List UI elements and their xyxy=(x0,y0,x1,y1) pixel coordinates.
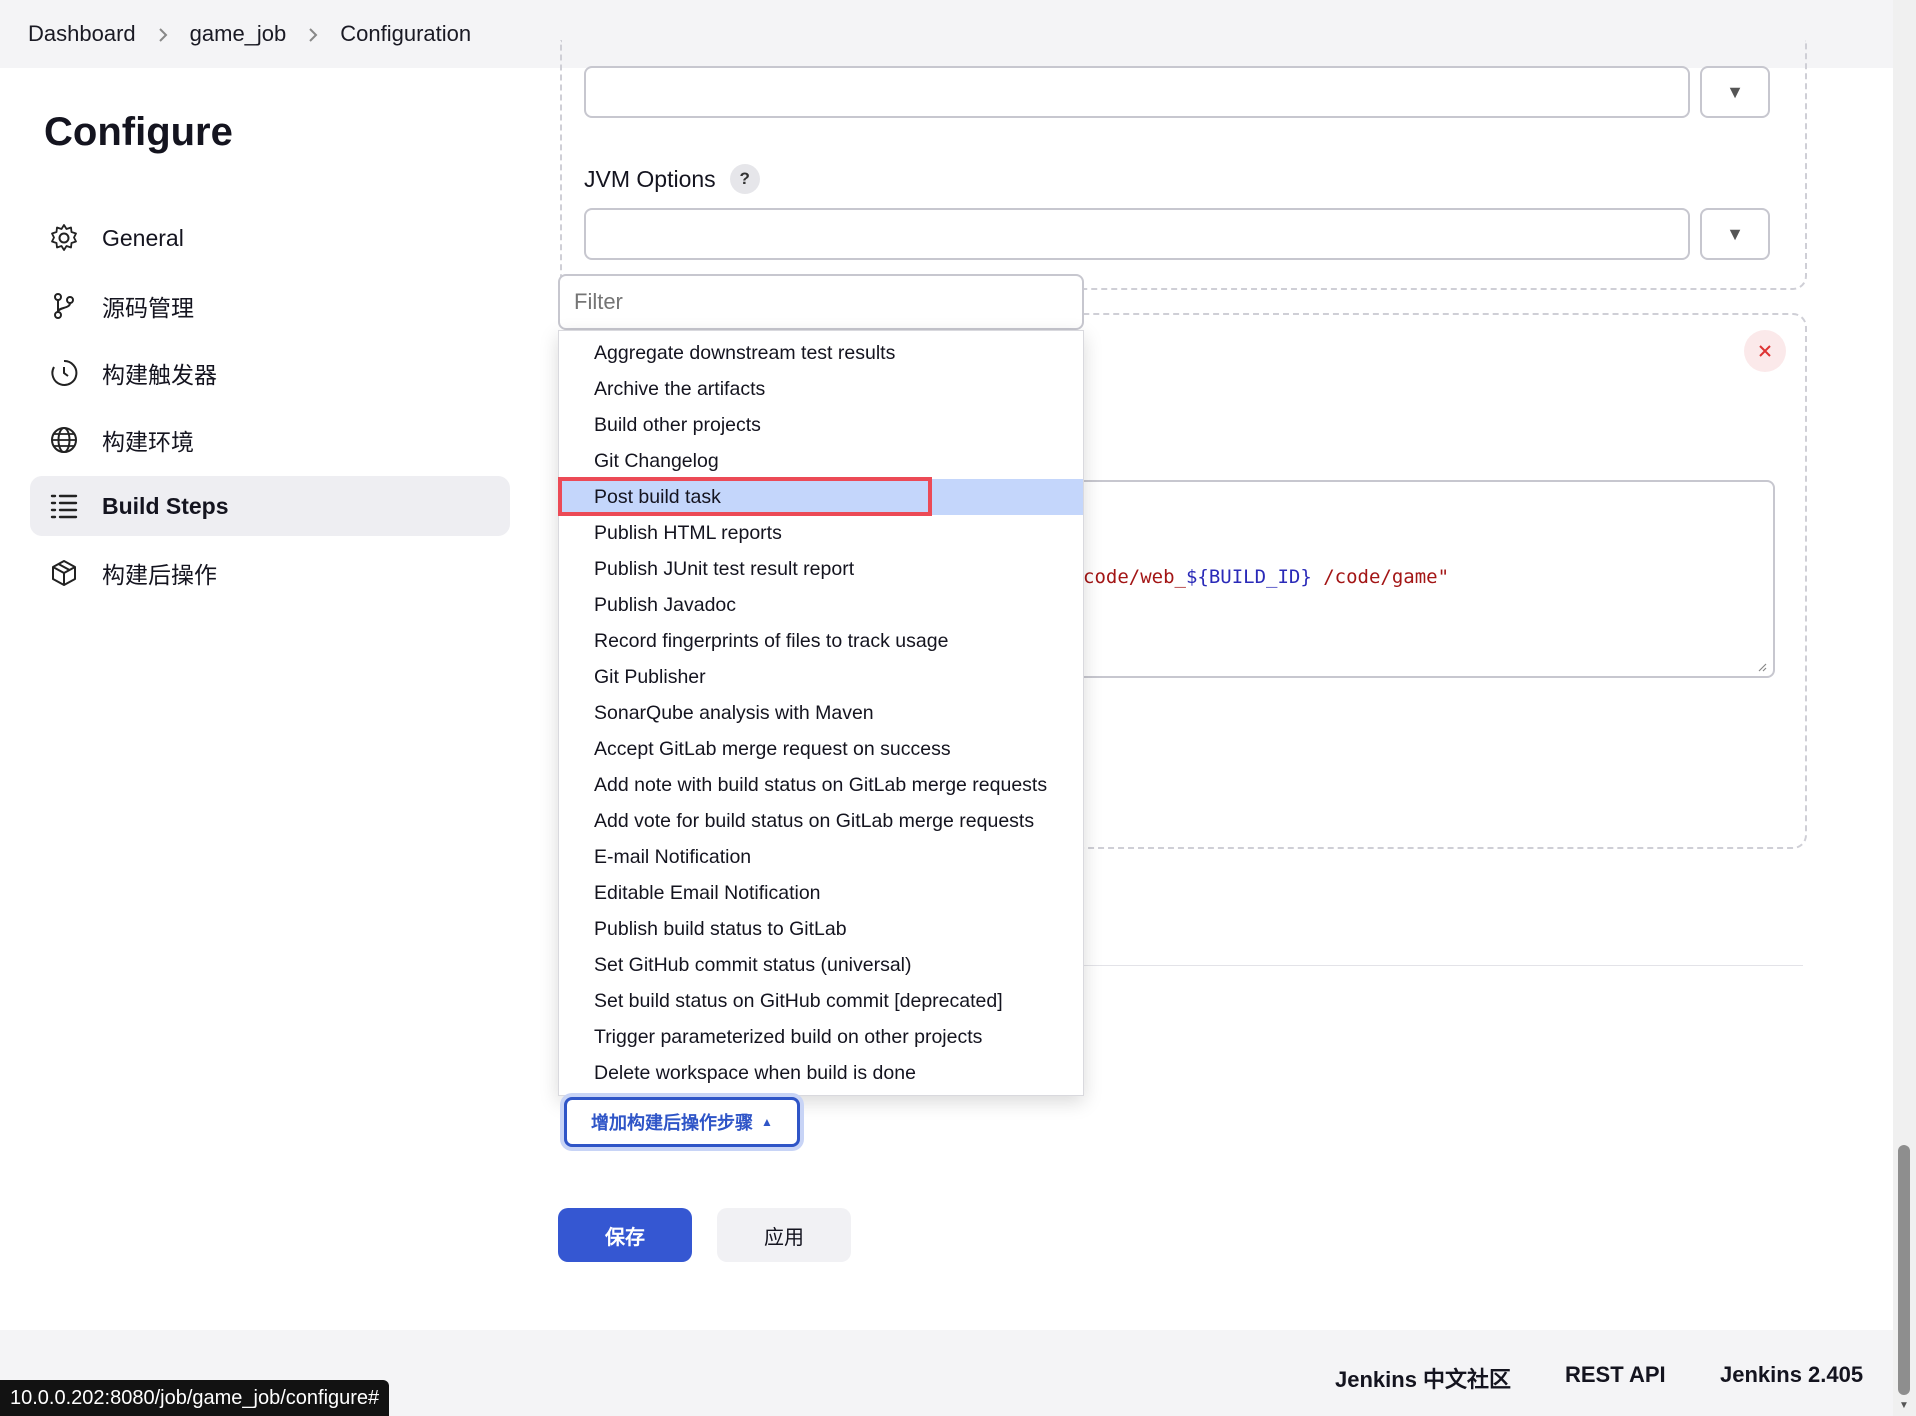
triangle-up-icon: ▲ xyxy=(761,1115,773,1129)
footer-community-link[interactable]: Jenkins 中文社区 xyxy=(1335,1362,1511,1394)
sidebar-item-label: 构建触发器 xyxy=(102,362,217,388)
menu-item[interactable]: E-mail Notification xyxy=(559,839,1083,875)
sidebar-item-source-control[interactable]: 源码管理 xyxy=(30,276,510,336)
filter-input[interactable] xyxy=(558,274,1084,330)
footer-rest-api-link[interactable]: REST API xyxy=(1565,1362,1666,1388)
menu-item[interactable]: Record fingerprints of files to track us… xyxy=(559,623,1083,659)
add-post-build-step-label: 增加构建后操作步骤 xyxy=(591,1113,754,1133)
breadcrumb-dashboard[interactable]: Dashboard xyxy=(28,21,136,47)
triangle-down-icon: ▼ xyxy=(1726,81,1744,102)
page-title: Configure xyxy=(44,110,233,154)
menu-item[interactable]: Publish build status to GitLab xyxy=(559,911,1083,947)
menu-item[interactable]: Add vote for build status on GitLab merg… xyxy=(559,803,1083,839)
breadcrumb-game-job[interactable]: game_job xyxy=(190,21,287,47)
menu-item-post-build-task[interactable]: Post build task xyxy=(559,479,1083,515)
scroll-down-icon[interactable]: ▼ xyxy=(1898,1400,1910,1411)
list-icon xyxy=(48,490,80,522)
apply-button[interactable]: 应用 xyxy=(717,1208,851,1262)
chevron-right-icon xyxy=(296,21,330,47)
menu-item[interactable]: Trigger parameterized build on other pro… xyxy=(559,1019,1083,1055)
menu-item[interactable]: Editable Email Notification xyxy=(559,875,1083,911)
menu-item[interactable]: Set GitHub commit status (universal) xyxy=(559,947,1083,983)
menu-item[interactable]: SonarQube analysis with Maven xyxy=(559,695,1083,731)
post-build-action-menu: Aggregate downstream test results Archiv… xyxy=(558,330,1084,1096)
breadcrumb-configuration[interactable]: Configuration xyxy=(340,21,471,47)
triangle-down-icon: ▼ xyxy=(1726,223,1744,244)
menu-item[interactable]: Aggregate downstream test results xyxy=(559,335,1083,371)
menu-item[interactable]: Delete workspace when build is done xyxy=(559,1055,1083,1091)
menu-item[interactable]: Git Publisher xyxy=(559,659,1083,695)
sidebar-item-label: Build Steps xyxy=(102,492,229,519)
jvm-options-text: JVM Options xyxy=(584,165,716,192)
menu-item[interactable]: Build other projects xyxy=(559,407,1083,443)
branch-icon xyxy=(48,290,80,322)
save-button[interactable]: 保存 xyxy=(558,1208,692,1262)
menu-item[interactable]: Accept GitLab merge request on success xyxy=(559,731,1083,767)
jvm-options-label: JVM Options ? xyxy=(584,164,760,194)
menu-item[interactable]: Git Changelog xyxy=(559,443,1083,479)
menu-item[interactable]: Publish HTML reports xyxy=(559,515,1083,551)
scrollbar-thumb[interactable] xyxy=(1898,1145,1910,1395)
globe-icon xyxy=(48,424,80,456)
gear-icon xyxy=(48,222,80,254)
code-variable: ${BUILD_ID} xyxy=(1185,566,1312,588)
menu-item[interactable]: Archive the artifacts xyxy=(559,371,1083,407)
sidebar-item-general[interactable]: General xyxy=(30,208,510,268)
add-post-build-step-button[interactable]: 增加构建后操作步骤 ▲ xyxy=(564,1097,800,1147)
sidebar-item-build-env[interactable]: 构建环境 xyxy=(30,410,510,470)
sidebar-item-label: 构建后操作 xyxy=(102,562,217,588)
menu-item[interactable]: Set build status on GitHub commit [depre… xyxy=(559,983,1083,1019)
sidebar-item-post-build[interactable]: 构建后操作 xyxy=(30,543,510,603)
status-bar-url: 10.0.0.202:8080/job/game_job/configure# xyxy=(0,1380,390,1416)
select-field[interactable] xyxy=(584,66,1690,118)
package-icon xyxy=(48,557,80,589)
sidebar-item-label: 构建环境 xyxy=(102,429,194,455)
command-text: code/web_${BUILD_ID} /code/game" xyxy=(1083,566,1449,588)
dropdown-button[interactable]: ▼ xyxy=(1700,66,1770,118)
clock-icon xyxy=(48,357,80,389)
menu-item[interactable]: Add note with build status on GitLab mer… xyxy=(559,767,1083,803)
code-string: /code/game" xyxy=(1311,566,1450,588)
menu-item[interactable]: Publish Javadoc xyxy=(559,587,1083,623)
jvm-options-dropdown-button[interactable]: ▼ xyxy=(1700,208,1770,260)
chevron-right-icon xyxy=(146,21,180,47)
menu-item[interactable]: Publish JUnit test result report xyxy=(559,551,1083,587)
jvm-options-input[interactable] xyxy=(584,208,1690,260)
sidebar-item-build-triggers[interactable]: 构建触发器 xyxy=(30,343,510,403)
sidebar-item-label: General xyxy=(102,224,184,251)
divider xyxy=(1050,965,1803,966)
footer-version-link[interactable]: Jenkins 2.405 xyxy=(1720,1362,1863,1388)
close-icon[interactable] xyxy=(1744,330,1786,372)
resize-grip-icon[interactable] xyxy=(1757,662,1767,672)
code-string: code/web_ xyxy=(1083,566,1186,588)
sidebar-item-build-steps[interactable]: Build Steps xyxy=(30,476,510,536)
sidebar-item-label: 源码管理 xyxy=(102,295,194,321)
help-icon[interactable]: ? xyxy=(729,164,760,194)
